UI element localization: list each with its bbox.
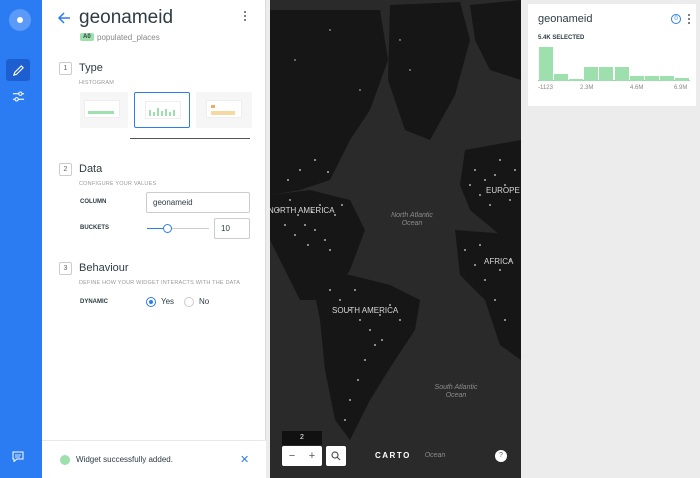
source-name: populated_places	[97, 33, 160, 42]
widget-card-title: geonameid	[538, 13, 593, 25]
settings-sliders-icon[interactable]	[6, 85, 30, 107]
widget-options-icon[interactable]	[687, 14, 691, 26]
histogram-bar[interactable]	[629, 76, 644, 81]
chat-icon[interactable]	[12, 451, 24, 462]
carto-logo-icon[interactable]	[9, 9, 31, 31]
type-card-category[interactable]	[80, 92, 128, 128]
axis-label-min: -1123	[538, 85, 553, 91]
dynamic-no-label[interactable]: No	[199, 297, 209, 306]
back-arrow-icon[interactable]	[56, 10, 72, 26]
label-south-atlantic-line2: Ocean	[445, 392, 467, 399]
section-title-type: Type	[79, 62, 103, 74]
label-south-america: SOUTH AMERICA	[332, 306, 399, 315]
axis-label-2: 2.3M	[580, 85, 594, 91]
histogram-bar[interactable]	[599, 67, 614, 81]
left-rail	[0, 0, 42, 478]
label-bottom-ocean: Ocean	[424, 452, 446, 459]
buckets-slider-thumb[interactable]	[163, 224, 172, 233]
histogram-bar[interactable]	[584, 67, 599, 81]
dynamic-no-radio[interactable]	[184, 297, 194, 307]
buckets-label: BUCKETS	[80, 225, 110, 231]
label-south-atlantic: South Atlantic Ocean	[424, 384, 488, 400]
section-title-data: Data	[79, 163, 103, 175]
axis-label-max: 6.9M	[674, 85, 688, 91]
column-select[interactable]: geonameid	[146, 192, 250, 213]
basemap-landmass	[270, 0, 521, 440]
section-subtitle-behaviour: DEFINE HOW YOUR WIDGET INTERACTS WITH TH…	[79, 280, 241, 286]
success-check-icon	[60, 455, 70, 465]
options-menu-icon[interactable]	[240, 11, 250, 25]
histogram-bar[interactable]	[538, 47, 553, 81]
histogram-bar[interactable]	[568, 79, 584, 81]
buckets-input[interactable]: 10	[214, 218, 250, 239]
histogram-bar[interactable]	[553, 74, 568, 81]
info-icon[interactable]: 0	[671, 14, 681, 24]
histogram-bar[interactable]	[675, 78, 690, 81]
section-number-data: 2	[59, 163, 72, 176]
search-icon	[331, 451, 341, 461]
histogram-bars[interactable]	[538, 47, 690, 81]
section-title-behaviour: Behaviour	[79, 262, 129, 274]
edit-pencil-icon[interactable]	[6, 59, 30, 81]
zoom-out-button[interactable]: −	[282, 446, 302, 466]
histogram-widget: geonameid 0 5.4K SELECTED -1123 2.3M 4.6…	[528, 4, 696, 106]
section-subtitle-type: HISTOGRAM	[79, 80, 115, 86]
label-europe: EUROPE	[486, 186, 520, 195]
dynamic-yes-label[interactable]: Yes	[161, 297, 174, 306]
histogram-bar[interactable]	[660, 76, 675, 81]
success-notification: Widget successfully added. ✕	[42, 440, 266, 478]
zoom-level-indicator: 2	[282, 431, 322, 445]
label-africa: AFRICA	[484, 257, 514, 266]
notification-text: Widget successfully added.	[76, 455, 173, 464]
type-selection-underline	[130, 138, 250, 139]
type-card-histogram[interactable]	[134, 92, 190, 128]
map-help-button[interactable]: ?	[495, 450, 507, 462]
selected-count: 5.4K SELECTED	[538, 35, 585, 41]
section-subtitle-data: CONFIGURE YOUR VALUES	[79, 181, 157, 187]
dynamic-label: DYNAMIC	[80, 299, 108, 305]
histogram-bar[interactable]	[614, 67, 629, 81]
label-north-america: NORTH AMERICA	[270, 206, 335, 215]
map-search-button[interactable]	[326, 446, 346, 466]
widget-editor-panel: geonameid A0 populated_places 1 Type HIS…	[42, 0, 266, 478]
map-canvas[interactable]: NORTH AMERICA SOUTH AMERICA EUROPE AFRIC…	[270, 0, 521, 478]
section-number-behaviour: 3	[59, 262, 72, 275]
source-badge: A0	[80, 33, 94, 41]
app-root: geonameid A0 populated_places 1 Type HIS…	[0, 0, 700, 478]
label-north-atlantic-line2: Ocean	[401, 220, 423, 227]
dynamic-yes-radio[interactable]	[146, 297, 156, 307]
zoom-controls: − +	[282, 446, 322, 466]
carto-attribution: CARTO	[375, 451, 411, 460]
label-north-atlantic: North Atlantic Ocean	[382, 212, 442, 228]
type-card-formula[interactable]	[196, 92, 252, 128]
column-label: COLUMN	[80, 199, 107, 205]
close-notification-icon[interactable]: ✕	[240, 453, 249, 466]
label-north-atlantic-line1: North Atlantic	[391, 212, 433, 219]
axis-label-3: 4.6M	[630, 85, 644, 91]
zoom-in-button[interactable]: +	[302, 446, 322, 466]
section-number-type: 1	[59, 62, 72, 75]
histogram-bar[interactable]	[644, 76, 660, 81]
widget-title[interactable]: geonameid	[79, 7, 173, 29]
widget-type-carousel	[80, 90, 252, 130]
label-south-atlantic-line1: South Atlantic	[434, 384, 478, 391]
